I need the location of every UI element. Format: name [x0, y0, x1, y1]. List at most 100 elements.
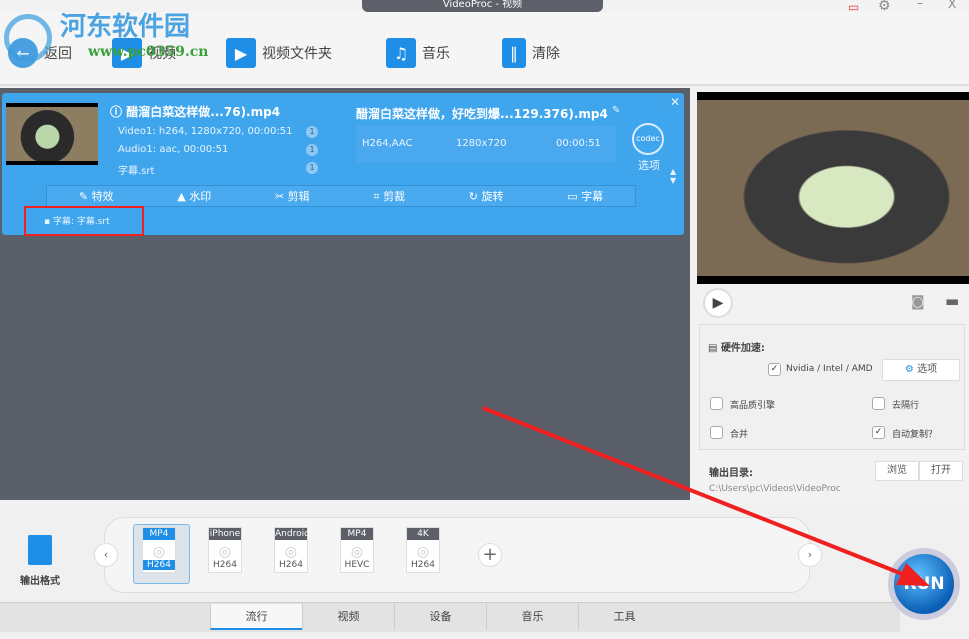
film-reel-icon: ◎	[284, 544, 298, 560]
deinterlace-label: 去隔行	[892, 401, 920, 411]
watermark-logo	[4, 14, 52, 62]
auto-copy-label: 自动复制？	[892, 430, 938, 440]
annotation-highlight-box	[24, 206, 144, 236]
folder-add-icon: ▶	[226, 38, 256, 68]
deinterlace-checkbox[interactable]	[872, 397, 885, 410]
video-thumbnail[interactable]	[6, 103, 98, 165]
format-codec: H264	[143, 560, 175, 570]
crop-label: 剪裁	[383, 190, 406, 203]
audio-track-badge[interactable]: 1	[306, 144, 318, 156]
format-container: MP4	[143, 528, 175, 540]
format-item[interactable]: iPhone ◎ H264	[204, 527, 246, 579]
effects-button[interactable]: ✎ 特效	[79, 188, 114, 204]
gpu-icon: ▤	[708, 343, 721, 354]
high-quality-checkbox[interactable]	[710, 397, 723, 410]
folder-icon[interactable]: ▬	[945, 292, 959, 310]
hw-accel-checkbox[interactable]: ✓	[768, 363, 781, 376]
output-filename[interactable]: 醋溜白菜这样做，好吃到爆...129.376).mp4	[356, 105, 608, 122]
format-item[interactable]: Android ◎ H264	[270, 527, 312, 579]
output-format-icon	[28, 535, 52, 565]
output-path[interactable]: C:\Users\pc\Videos\VideoProc	[709, 484, 841, 494]
film-reel-icon: ◎	[416, 544, 430, 560]
add-music-button[interactable]: ♫ 音乐	[386, 38, 450, 68]
remove-item-icon[interactable]: ✕	[670, 95, 680, 109]
cut-button[interactable]: ✂ 剪辑	[275, 188, 310, 204]
file-list-area: ⓘ 醋溜白菜这样做...76).mp4 Video1: h264, 1280x7…	[0, 88, 690, 500]
video-preview	[697, 92, 969, 284]
playback-bar: ▶ ◙ ▬	[695, 284, 969, 322]
source-filename: ⓘ 醋溜白菜这样做...76).mp4	[110, 105, 281, 119]
output-duration: 00:00:51	[556, 138, 601, 149]
music-add-icon: ♫	[386, 38, 416, 68]
tab-1[interactable]: 视频	[302, 604, 394, 630]
format-container: 4K	[407, 528, 439, 540]
music-label: 音乐	[422, 46, 450, 62]
reorder-arrows-icon[interactable]: ▲ ▼	[670, 167, 676, 185]
format-item[interactable]: 4K ◎ H264	[402, 527, 444, 579]
cut-label: 剪辑	[287, 190, 310, 203]
format-prev-button[interactable]: ‹	[94, 543, 118, 567]
add-folder-button[interactable]: ▶ 视频文件夹	[226, 38, 332, 68]
auto-copy-checkbox[interactable]: ✓	[872, 426, 885, 439]
watermark-button[interactable]: ▲ 水印	[177, 188, 211, 204]
window-title: VideoProc - 视频	[362, 0, 603, 12]
video-track-badge[interactable]: 1	[306, 126, 318, 138]
format-codec: HEVC	[344, 560, 370, 570]
camera-icon[interactable]: ◙	[911, 294, 925, 310]
trash-icon: ∥	[502, 38, 526, 68]
tab-2[interactable]: 设备	[394, 604, 486, 630]
format-container: Android	[275, 528, 310, 540]
info-icon: ⓘ	[110, 105, 127, 119]
film-reel-icon: ◎	[152, 544, 166, 560]
format-codec: H264	[411, 560, 435, 570]
subtitle-button[interactable]: ▭ 字幕	[567, 188, 603, 204]
merge-checkbox[interactable]	[710, 426, 723, 439]
codec-options-label[interactable]: 选项	[638, 157, 660, 173]
rotate-label: 旋转	[481, 190, 504, 203]
tab-3[interactable]: 音乐	[486, 604, 578, 630]
watermark-label: 水印	[189, 190, 212, 203]
format-item[interactable]: MP4 ◎ HEVC	[336, 527, 378, 579]
format-container: MP4	[341, 528, 373, 540]
minimize-button[interactable]: –	[917, 0, 923, 10]
play-button[interactable]: ▶	[703, 288, 733, 318]
clear-label: 清除	[532, 46, 560, 62]
high-quality-label: 高品质引擎	[730, 401, 776, 411]
format-container: iPhone	[209, 528, 241, 540]
gear-icon: ⚙	[904, 364, 918, 375]
tab-0[interactable]: 流行	[210, 604, 302, 630]
audio-track[interactable]: Audio1: aac, 00:00:51	[118, 144, 228, 155]
format-next-button[interactable]: ›	[798, 543, 822, 567]
hw-options-label: 选项	[917, 364, 938, 375]
output-format-label: 输出格式	[20, 576, 60, 587]
clear-button[interactable]: ∥ 清除	[502, 38, 560, 68]
video-track[interactable]: Video1: h264, 1280x720, 00:00:51	[118, 126, 292, 137]
watermark-name: 河东软件园	[60, 12, 191, 42]
edit-toolbar: ✎ 特效 ▲ 水印 ✂ 剪辑 ⌗ 剪裁 ↻ 旋转 ▭ 字幕	[46, 185, 636, 207]
settings-panel: ▤ 硬件加速: ✓ Nvidia / Intel / AMD ⚙ 选项 高品质引…	[699, 324, 965, 450]
add-format-button[interactable]: +	[478, 543, 502, 567]
subtitle-track-badge[interactable]: 1	[306, 162, 318, 174]
output-codec: H264,AAC	[362, 138, 413, 149]
subtitle-label: 字幕	[581, 190, 604, 203]
hw-accel-option: Nvidia / Intel / AMD	[786, 364, 873, 374]
codec-icon[interactable]: codec	[632, 123, 664, 155]
crop-button[interactable]: ⌗ 剪裁	[373, 188, 405, 204]
open-button[interactable]: 打开	[919, 461, 963, 481]
hw-options-button[interactable]: ⚙ 选项	[882, 359, 960, 381]
hw-accel-label: ▤ 硬件加速:	[708, 343, 765, 354]
watermark-url: www.pc0359.cn	[88, 44, 209, 60]
effects-label: 特效	[91, 190, 114, 203]
run-button[interactable]: RUN	[888, 548, 960, 620]
format-item[interactable]: MP4 ◎ H264	[138, 527, 180, 579]
edit-name-icon[interactable]: ✎	[612, 105, 620, 116]
close-button[interactable]: X	[948, 0, 956, 11]
folder-label: 视频文件夹	[262, 46, 332, 62]
browse-button[interactable]: 浏览	[875, 461, 919, 481]
rotate-button[interactable]: ↻ 旋转	[469, 188, 504, 204]
tab-4[interactable]: 工具	[578, 604, 670, 630]
merge-label: 合并	[730, 430, 749, 440]
film-reel-icon: ◎	[350, 544, 364, 560]
film-reel-icon: ◎	[218, 544, 232, 560]
subtitle-track[interactable]: 字幕.srt	[118, 162, 154, 177]
